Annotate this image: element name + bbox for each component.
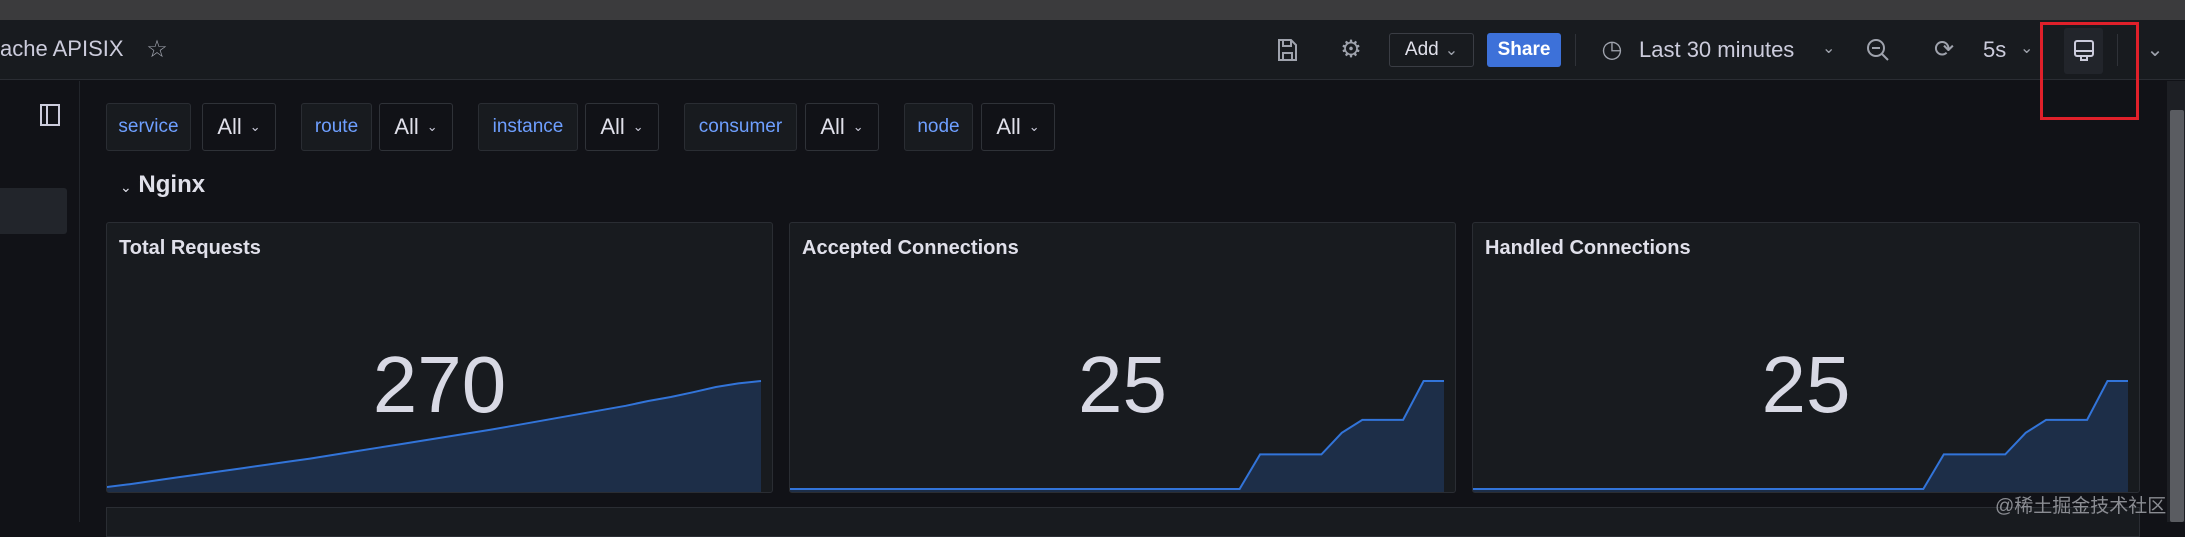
sidebar <box>0 81 80 522</box>
variable-select-service[interactable]: All ⌄ <box>202 103 276 151</box>
add-label: Add <box>1404 39 1439 60</box>
chevron-down-icon: ⌄ <box>852 119 864 134</box>
chevron-down-icon: ⌄ <box>1028 119 1040 134</box>
chevron-down-icon: ⌄ <box>249 119 261 134</box>
sparkline-area <box>790 381 1444 492</box>
select-value: All <box>600 114 625 139</box>
time-range-picker[interactable]: Last 30 minutes <box>1639 37 1794 63</box>
divider <box>2117 34 2118 66</box>
chevron-down-icon: ⌄ <box>1444 42 1459 59</box>
panel-title: Handled Connections <box>1485 237 1691 259</box>
window-top-bar <box>0 0 2185 20</box>
next-panel <box>106 507 2140 537</box>
dock-menu-icon[interactable] <box>38 103 62 127</box>
sparkline <box>1473 380 2128 492</box>
sidebar-item-active[interactable] <box>0 188 67 234</box>
chevron-down-icon: ⌄ <box>426 119 438 134</box>
sparkline <box>107 380 762 492</box>
variable-label-service: service <box>106 103 191 151</box>
panel-title: Total Requests <box>119 237 261 259</box>
chevron-down-icon[interactable]: ⌄ <box>1822 38 1835 58</box>
variable-label-node: node <box>904 103 973 151</box>
select-value: All <box>996 114 1021 139</box>
sparkline <box>790 380 1444 492</box>
highlight-box <box>2040 22 2139 120</box>
variable-label-consumer: consumer <box>684 103 797 151</box>
variable-label-instance: instance <box>478 103 578 151</box>
panel-title: Accepted Connections <box>802 237 1019 259</box>
dashboard-header <box>0 20 2185 80</box>
add-button[interactable]: Add ⌄ <box>1389 33 1474 67</box>
save-icon[interactable] <box>1274 37 1300 63</box>
chevron-down-icon: ⌄ <box>120 179 132 195</box>
refresh-interval-picker[interactable]: 5s <box>1983 37 2006 63</box>
gear-icon[interactable]: ⚙ <box>1338 37 1364 63</box>
panel-handled-connections[interactable]: Handled Connections 25 <box>1472 222 2140 493</box>
chevron-down-icon: ⌄ <box>632 119 644 134</box>
select-value: All <box>820 114 845 139</box>
dashboard-title[interactable]: ache APISIX <box>0 36 124 62</box>
watermark: @稀土掘金技术社区 <box>1995 496 2167 517</box>
variable-select-instance[interactable]: All ⌄ <box>585 103 659 151</box>
panel-total-requests[interactable]: Total Requests 270 <box>106 222 773 493</box>
chevron-down-icon[interactable]: ⌄ <box>2020 38 2033 58</box>
sparkline-area <box>1473 381 2128 492</box>
refresh-icon[interactable]: ⟳ <box>1931 37 1957 63</box>
variable-select-consumer[interactable]: All ⌄ <box>805 103 879 151</box>
clock-icon: ◷ <box>1601 36 1623 63</box>
zoom-out-icon[interactable] <box>1865 37 1891 63</box>
scrollbar-thumb[interactable] <box>2170 110 2184 522</box>
variable-select-node[interactable]: All ⌄ <box>981 103 1055 151</box>
select-value: All <box>217 114 242 139</box>
variable-label-route: route <box>301 103 372 151</box>
variable-select-route[interactable]: All ⌄ <box>379 103 453 151</box>
row-title: Nginx <box>138 171 206 198</box>
select-value: All <box>394 114 419 139</box>
chevron-down-icon[interactable]: ⌄ <box>2142 37 2168 63</box>
panel-accepted-connections[interactable]: Accepted Connections 25 <box>789 222 1456 493</box>
share-button[interactable]: Share <box>1487 33 1561 67</box>
row-header-nginx[interactable]: ⌄ Nginx <box>120 171 205 199</box>
star-icon[interactable]: ☆ <box>144 37 170 63</box>
divider <box>1575 34 1576 66</box>
